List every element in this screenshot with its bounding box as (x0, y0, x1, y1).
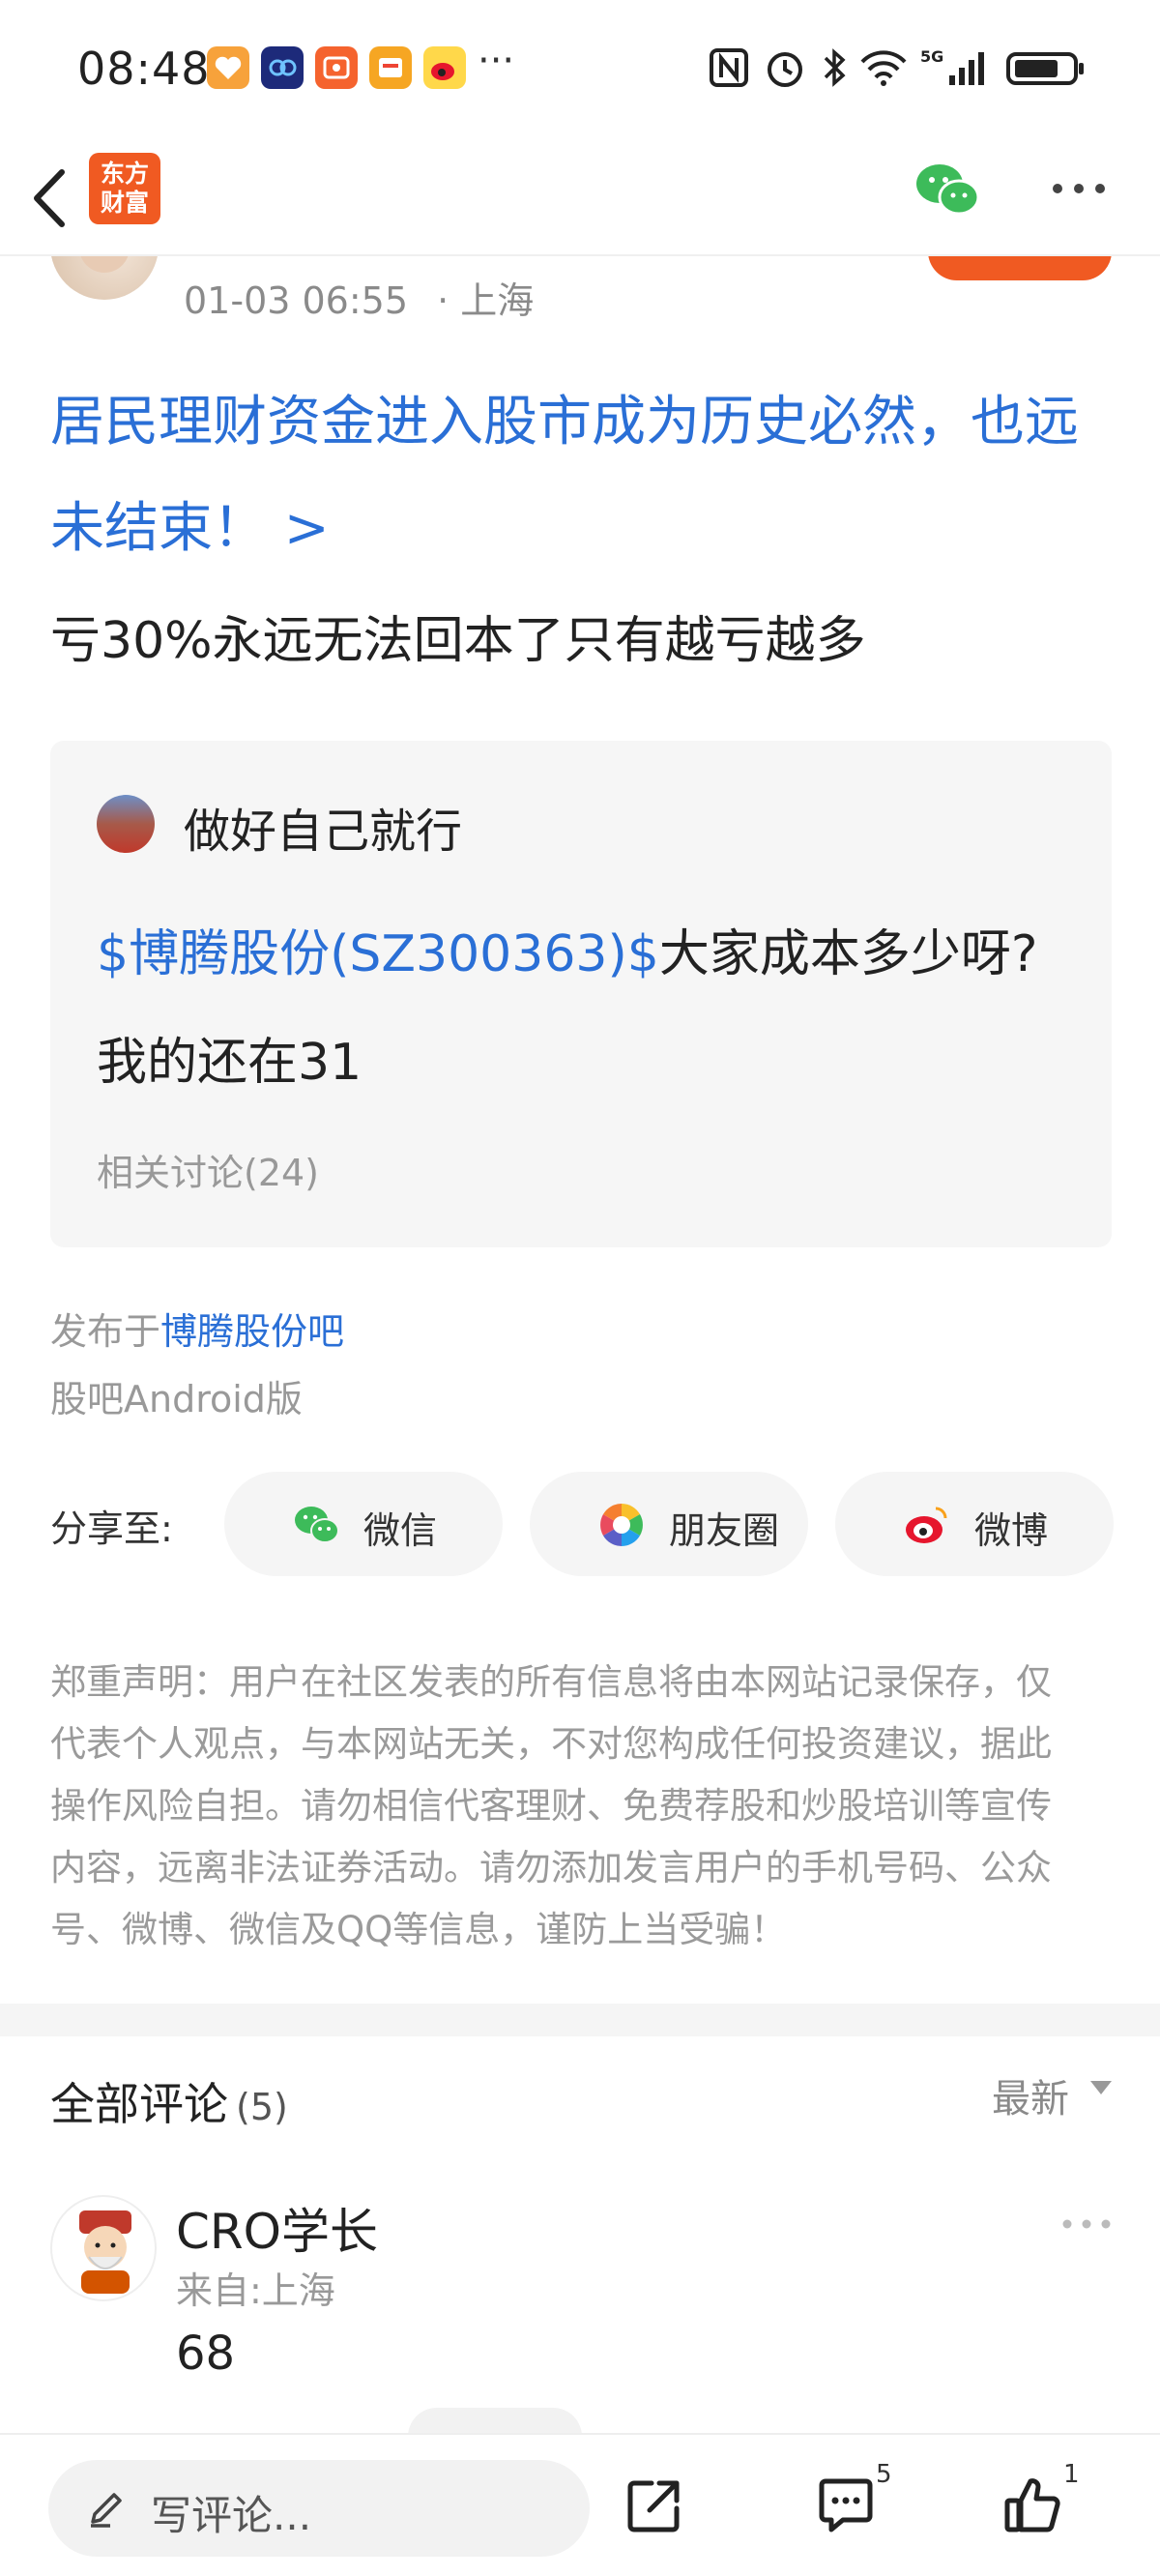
moments-icon (600, 1504, 643, 1546)
comments-title: 全部评论 (50, 2078, 228, 2130)
section-divider (0, 2004, 1160, 2036)
share-moments-button[interactable]: 朋友圈 (530, 1472, 808, 1576)
status-bar: 08:48 ··· 5G (0, 0, 1160, 145)
write-comment-placeholder: 写评论... (151, 2492, 312, 2539)
pencil-icon (91, 2493, 122, 2528)
bottom-action-bar: 写评论... 5 1 (0, 2433, 1160, 2576)
comment-count-badge: 5 (876, 2460, 892, 2489)
like-count-badge: 1 (1063, 2460, 1080, 2489)
quoted-post-card[interactable]: 做好自己就行 $博腾股份(SZ300363)$大家成本多少呀? 我的还在31 相… (50, 741, 1112, 1247)
post-body: 亏30%永远无法回本了只有越亏越多 (50, 612, 866, 670)
video-app-icon (315, 46, 358, 89)
comment-location: 来自:上海 (176, 2269, 335, 2312)
comment-text: 68 (176, 2327, 236, 2381)
quoted-post-text-line-2: 我的还在31 (97, 1034, 362, 1092)
alarm-icon (768, 52, 802, 87)
disclaimer-line: 代表个人观点，与本网站无关，不对您构成任何投资建议，据此 (50, 1723, 1052, 1765)
comments-count: (5) (236, 2086, 288, 2128)
share-weibo-label: 微博 (974, 1509, 1049, 1552)
svg-text:5G: 5G (920, 47, 943, 66)
share-out-icon[interactable] (623, 2474, 686, 2537)
share-weibo-button[interactable]: 微博 (835, 1472, 1114, 1576)
share-label: 分享至: (50, 1508, 173, 1550)
more-notifications-indicator: ··· (478, 39, 515, 83)
battery-icon (1006, 52, 1084, 85)
status-time: 08:48 (77, 43, 211, 95)
back-icon[interactable] (21, 155, 79, 242)
wallet-app-icon (369, 46, 412, 89)
disclaimer-line: 郑重声明：用户在社区发表的所有信息将由本网站记录保存，仅 (50, 1661, 1052, 1703)
like-icon[interactable] (1001, 2474, 1065, 2537)
headline-line-1: 居民理财资金进入股市成为历史必然，也远 (50, 391, 1079, 454)
heart-app-icon (207, 46, 249, 89)
disclaimer-line: 操作风险自担。请勿相信代客理财、免费荐股和炒股培训等宣传 (50, 1785, 1052, 1827)
disclaimer-line: 号、微博、微信及QQ等信息，谨防上当受骗！ (50, 1909, 787, 1950)
published-prefix: 发布于 (50, 1310, 161, 1353)
comments-header: 全部评论 (5) (50, 2069, 288, 2133)
wifi-icon (860, 50, 907, 86)
stock-tag-link[interactable]: $博腾股份(SZ300363)$ (97, 925, 659, 983)
comment-author-name[interactable]: CRO学长 (176, 2193, 378, 2263)
wechat-icon (295, 1507, 339, 1543)
share-moments-label: 朋友圈 (669, 1509, 780, 1552)
comment-author-avatar[interactable] (50, 2195, 157, 2301)
published-in: 发布于博腾股份吧 (50, 1302, 344, 1355)
headline-line-2: 未结束！ > (50, 497, 330, 560)
more-icon[interactable] (1048, 174, 1110, 203)
wechat-icon[interactable] (913, 159, 982, 220)
weibo-app-icon (423, 46, 466, 89)
quoted-author-avatar (97, 795, 155, 853)
weibo-icon (906, 1507, 947, 1543)
quoted-author-name: 做好自己就行 (184, 805, 463, 859)
share-wechat-label: 微信 (363, 1509, 438, 1552)
share-wechat-button[interactable]: 微信 (224, 1472, 503, 1576)
comment-icon[interactable] (814, 2474, 878, 2537)
post-time: 01-03 06:55 (184, 279, 409, 322)
post-location: · 上海 (437, 279, 535, 322)
post-client: 股吧Android版 (50, 1378, 303, 1420)
disclaimer: 郑重声明：用户在社区发表的所有信息将由本网站记录保存，仅 代表个人观点，与本网站… (50, 1652, 1114, 1961)
comment-more-icon[interactable] (1059, 2214, 1114, 2234)
post-meta: 01-03 06:55 · 上海 (184, 271, 534, 324)
chevron-down-icon[interactable] (1090, 2081, 1112, 2094)
write-comment-input[interactable]: 写评论... (48, 2460, 590, 2557)
quoted-post-text: $博腾股份(SZ300363)$大家成本多少呀? (97, 913, 1038, 985)
disclaimer-line: 内容，远离非法证券活动。请勿添加发言用户的手机号码、公众 (50, 1847, 1052, 1888)
sort-dropdown[interactable]: 最新 (992, 2067, 1069, 2123)
5g-signal-icon: 5G (920, 47, 984, 85)
cq-app-icon (261, 46, 304, 89)
stock-bar-link[interactable]: 博腾股份吧 (160, 1310, 344, 1353)
bluetooth-icon (824, 48, 846, 87)
east-money-logo[interactable]: 东方 财富 (89, 153, 160, 224)
quoted-text-rest: 大家成本多少呀? (658, 925, 1038, 983)
top-nav-bar: 东方 财富 (0, 145, 1160, 256)
nfc-icon (710, 48, 748, 87)
related-discussion-link[interactable]: 相关讨论(24) (97, 1143, 319, 1196)
